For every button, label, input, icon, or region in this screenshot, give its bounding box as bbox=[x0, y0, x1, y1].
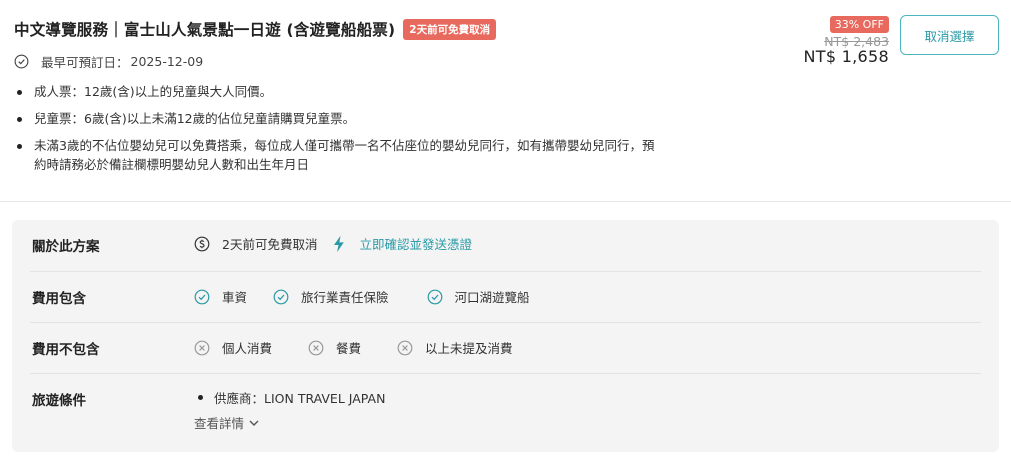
included-item-text: 河口湖遊覽船 bbox=[454, 290, 530, 305]
instant-confirm-item: 立即確認並發送憑證 bbox=[331, 234, 472, 253]
price-box: 33% OFF NT$ 2,483 NT$ 1,658 bbox=[803, 16, 889, 66]
close-circle-icon bbox=[397, 340, 413, 355]
about-row: 關於此方案 2天前可免費取消 立即確認並發送憑證 bbox=[30, 220, 981, 272]
close-circle-icon bbox=[308, 340, 324, 355]
note-item: 兒童票：6歲(含)以上未滿12歲的佔位兒童請購買兒童票。 bbox=[16, 109, 656, 128]
check-circle-icon bbox=[273, 289, 289, 304]
product-header: 中文導覽服務｜富士山人氣景點一日遊 (含遊覽船船票) 2天前可免費取消 最早可預… bbox=[0, 0, 1011, 202]
free-cancel-badge: 2天前可免費取消 bbox=[403, 18, 497, 40]
conditions-row: 旅遊條件 供應商：LION TRAVEL JAPAN 查看詳情 bbox=[30, 374, 981, 452]
excluded-label: 費用不包含 bbox=[32, 342, 100, 358]
title-row: 中文導覽服務｜富士山人氣景點一日遊 (含遊覽船船票) 2天前可免費取消 bbox=[14, 18, 497, 40]
note-item: 成人票：12歲(含)以上的兒童與大人同價。 bbox=[16, 82, 656, 101]
included-item-text: 旅行業責任保險 bbox=[301, 290, 389, 305]
earliest-date-label: 最早可預訂日： bbox=[41, 55, 129, 70]
excluded-row: 費用不包含 個人消費 餐費 以上未提及消費 bbox=[30, 323, 981, 374]
check-circle-icon bbox=[194, 289, 210, 304]
excluded-item: 個人消費 bbox=[194, 338, 272, 357]
plan-details-panel: 關於此方案 2天前可免費取消 立即確認並發送憑證 費用包含 車資 旅行業責任保險… bbox=[12, 220, 999, 452]
earliest-date-row: 最早可預訂日： 2025-12-09 bbox=[14, 52, 203, 71]
lightning-icon bbox=[334, 235, 345, 252]
current-price: NT$ 1,658 bbox=[803, 47, 889, 66]
about-label: 關於此方案 bbox=[32, 239, 100, 255]
excluded-item: 以上未提及消費 bbox=[397, 338, 513, 357]
check-circle-icon bbox=[14, 54, 29, 69]
conditions-label: 旅遊條件 bbox=[32, 393, 86, 409]
supplier-text: 供應商：LION TRAVEL JAPAN bbox=[196, 388, 385, 407]
note-item: 未滿3歲的不佔位嬰幼兒可以免費搭乘，每位成人僅可攜帶一名不佔座位的嬰幼兒同行，如… bbox=[16, 136, 656, 174]
discount-badge: 33% OFF bbox=[829, 16, 889, 33]
chevron-down-icon bbox=[249, 420, 259, 426]
refund-icon bbox=[194, 236, 210, 251]
included-list: 車資 旅行業責任保險 河口湖遊覽船 bbox=[194, 287, 556, 306]
included-row: 費用包含 車資 旅行業責任保險 河口湖遊覽船 bbox=[30, 272, 981, 323]
ticket-notes: 成人票：12歲(含)以上的兒童與大人同價。 兒童票：6歲(含)以上未滿12歲的佔… bbox=[16, 82, 656, 182]
excluded-item-text: 餐費 bbox=[336, 341, 362, 356]
about-content: 2天前可免費取消 立即確認並發送憑證 bbox=[194, 234, 498, 253]
earliest-date-value: 2025-12-09 bbox=[130, 54, 204, 69]
close-circle-icon bbox=[194, 340, 210, 355]
included-item-text: 車資 bbox=[222, 290, 248, 305]
view-details-text: 查看詳情 bbox=[194, 416, 245, 431]
view-details-link[interactable]: 查看詳情 bbox=[194, 413, 260, 432]
included-item: 旅行業責任保險 bbox=[273, 287, 389, 306]
excluded-item: 餐費 bbox=[308, 338, 361, 357]
free-cancel-item: 2天前可免費取消 bbox=[194, 234, 317, 253]
excluded-item-text: 個人消費 bbox=[222, 341, 273, 356]
included-item: 河口湖遊覽船 bbox=[427, 287, 530, 306]
excluded-item-text: 以上未提及消費 bbox=[425, 341, 513, 356]
product-title: 中文導覽服務｜富士山人氣景點一日遊 (含遊覽船船票) bbox=[14, 21, 396, 39]
free-cancel-text: 2天前可免費取消 bbox=[222, 237, 318, 252]
instant-confirm-text: 立即確認並發送憑證 bbox=[359, 237, 472, 252]
included-item: 車資 bbox=[194, 287, 247, 306]
included-label: 費用包含 bbox=[32, 291, 86, 307]
cancel-selection-button[interactable]: 取消選擇 bbox=[900, 15, 999, 55]
check-circle-icon bbox=[427, 289, 442, 304]
excluded-list: 個人消費 餐費 以上未提及消費 bbox=[194, 338, 539, 357]
